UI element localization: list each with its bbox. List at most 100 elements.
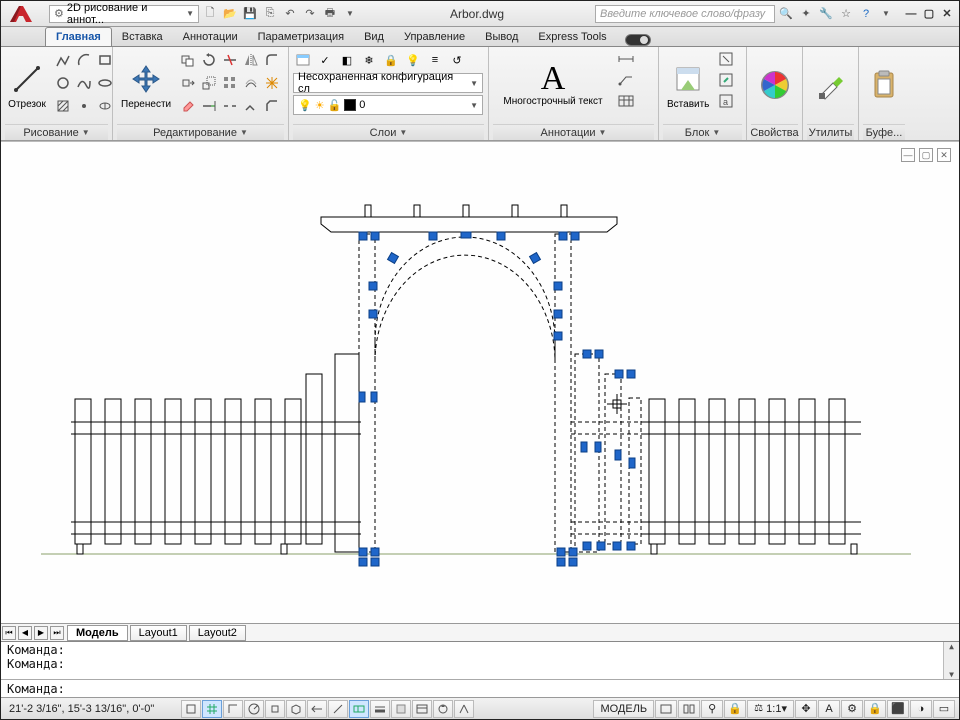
scroll-up-icon[interactable]: ▲ <box>949 642 954 651</box>
layer-state-combo[interactable]: Несохраненная конфигурация сл ▼ <box>293 73 483 93</box>
hardware-accel-icon[interactable]: ⬛ <box>887 700 909 718</box>
layer-match-icon[interactable]: ≡ <box>425 50 445 70</box>
osnap-toggle[interactable] <box>265 700 285 718</box>
layer-lock-icon[interactable]: 🔒 <box>381 50 401 70</box>
block-attr-icon[interactable]: a <box>716 91 736 111</box>
otrack-toggle[interactable] <box>307 700 327 718</box>
layer-prop-icon[interactable] <box>293 50 313 70</box>
dyn-toggle[interactable] <box>349 700 369 718</box>
explode-icon[interactable] <box>262 73 282 93</box>
join-icon[interactable] <box>241 96 261 116</box>
close-button[interactable]: ✕ <box>939 7 955 21</box>
panel-annotation-title[interactable]: Аннотации▼ <box>493 124 654 140</box>
panel-draw-title[interactable]: Рисование▼ <box>5 124 108 140</box>
circle-icon[interactable] <box>52 72 74 94</box>
panel-clipboard-title[interactable]: Буфе... <box>863 124 905 140</box>
polar-toggle[interactable] <box>244 700 264 718</box>
annoscale-lock-icon[interactable]: 🔒 <box>724 700 746 718</box>
tab-next-icon[interactable]: ▶ <box>34 626 48 640</box>
layer-prev-icon[interactable]: ↺ <box>447 50 467 70</box>
insert-block-button[interactable]: Вставить <box>663 49 713 121</box>
panel-utilities-title[interactable]: Утилиты <box>807 124 854 140</box>
exchange-icon[interactable]: ✦ <box>797 5 815 23</box>
layer-combo[interactable]: 💡 ☀ 🔓 0 ▼ <box>293 95 483 115</box>
model-space-button[interactable]: МОДЕЛЬ <box>593 700 654 718</box>
table-icon[interactable] <box>616 91 636 111</box>
scale-icon[interactable] <box>199 73 219 93</box>
sheet-tab-layout2[interactable]: Layout2 <box>189 625 246 641</box>
mtext-button[interactable]: A Многострочный текст <box>493 49 613 121</box>
leader-icon[interactable] <box>616 70 636 90</box>
copy-icon[interactable] <box>178 50 198 70</box>
ribbon-toggle[interactable] <box>625 34 651 46</box>
tab-output[interactable]: Вывод <box>475 28 528 46</box>
hatch-icon[interactable] <box>52 95 74 117</box>
drawing-area[interactable]: — ▢ ✕ <box>1 141 959 623</box>
layer-freeze-icon[interactable]: ❄ <box>359 50 379 70</box>
lwt-toggle[interactable] <box>370 700 390 718</box>
scroll-down-icon[interactable]: ▼ <box>949 670 954 679</box>
toolbar-lock-icon[interactable]: 🔒 <box>864 700 886 718</box>
create-block-icon[interactable] <box>716 49 736 69</box>
utilities-button[interactable] <box>811 49 851 121</box>
arc-icon[interactable] <box>73 49 95 71</box>
coordinates-readout[interactable]: 21'-2 3/16", 15'-3 13/16", 0'-0" <box>1 703 181 715</box>
tab-insert[interactable]: Вставка <box>112 28 173 46</box>
block-editor-icon[interactable] <box>716 70 736 90</box>
panel-block-title[interactable]: Блок▼ <box>663 124 742 140</box>
snap-toggle[interactable] <box>181 700 201 718</box>
command-input[interactable]: Команда: <box>1 679 959 697</box>
tab-annotate[interactable]: Аннотации <box>173 28 248 46</box>
tab-first-icon[interactable]: ⏮ <box>2 626 16 640</box>
maximize-button[interactable]: ▢ <box>921 7 937 21</box>
workspace-selector[interactable]: ⚙ 2D рисование и аннот... ▼ <box>49 5 199 23</box>
new-icon[interactable]: 🗋 <box>201 5 219 23</box>
tab-manage[interactable]: Управление <box>394 28 475 46</box>
isolate-objects-icon[interactable]: ◑ <box>910 700 932 718</box>
app-logo[interactable] <box>5 4 37 24</box>
sheet-tab-model[interactable]: Модель <box>67 625 128 641</box>
help-chevron-icon[interactable]: ▼ <box>877 5 895 23</box>
point-icon[interactable] <box>73 95 95 117</box>
polyline-icon[interactable] <box>52 49 74 71</box>
command-vscrollbar[interactable]: ▲▼ <box>943 642 959 679</box>
move-button[interactable]: Перенести <box>117 49 175 121</box>
rotate-icon[interactable] <box>199 50 219 70</box>
clean-screen-icon[interactable]: ▭ <box>933 700 955 718</box>
properties-button[interactable] <box>755 49 795 121</box>
tpy-toggle[interactable] <box>391 700 411 718</box>
3dosnap-toggle[interactable] <box>286 700 306 718</box>
erase-icon[interactable] <box>178 96 198 116</box>
workspace-switch-icon[interactable]: ⚙ <box>841 700 863 718</box>
trim-icon[interactable] <box>220 50 240 70</box>
annotation-visibility-icon[interactable]: ✥ <box>795 700 817 718</box>
undo-icon[interactable]: ↶ <box>281 5 299 23</box>
annomonitor-icon[interactable]: ⚲ <box>701 700 723 718</box>
panel-layers-title[interactable]: Слои▼ <box>293 124 484 140</box>
search-input[interactable]: Введите ключевое слово/фразу <box>595 5 775 23</box>
sc-toggle[interactable] <box>433 700 453 718</box>
help-icon[interactable]: ? <box>857 5 875 23</box>
clipboard-button[interactable] <box>865 49 903 121</box>
minimize-button[interactable]: — <box>903 7 919 21</box>
search-icon[interactable]: 🔍 <box>777 5 795 23</box>
ortho-toggle[interactable] <box>223 700 243 718</box>
panel-properties-title[interactable]: Свойства <box>751 124 798 140</box>
tab-home[interactable]: Главная <box>45 27 112 46</box>
tab-prev-icon[interactable]: ◀ <box>18 626 32 640</box>
chamfer-icon[interactable] <box>262 96 282 116</box>
layer-states-icon[interactable]: ✓ <box>315 50 335 70</box>
model-canvas[interactable] <box>1 142 959 612</box>
annoscale-button[interactable]: ⚖ 1:1▾ <box>747 700 794 718</box>
saveas-icon[interactable]: ⎘ <box>261 5 279 23</box>
fillet-icon[interactable] <box>262 50 282 70</box>
grid-toggle[interactable] <box>202 700 222 718</box>
layer-iso-icon[interactable]: ◧ <box>337 50 357 70</box>
sheet-tab-layout1[interactable]: Layout1 <box>130 625 187 641</box>
extend-icon[interactable] <box>199 96 219 116</box>
tab-view[interactable]: Вид <box>354 28 394 46</box>
layout-quick-icon[interactable] <box>655 700 677 718</box>
save-icon[interactable]: 💾 <box>241 5 259 23</box>
redo-icon[interactable]: ↷ <box>301 5 319 23</box>
break-icon[interactable] <box>220 96 240 116</box>
